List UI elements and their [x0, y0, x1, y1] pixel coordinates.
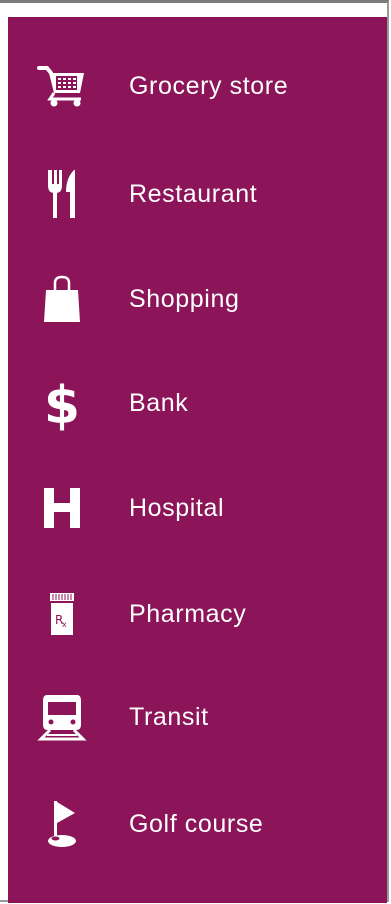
amenity-label: Golf course [129, 809, 264, 838]
amenity-label: Restaurant [129, 179, 258, 208]
amenity-label: Grocery store [129, 71, 289, 100]
dollar-sign-icon: $ [34, 375, 90, 431]
shopping-cart-icon [34, 58, 90, 114]
train-icon [34, 689, 90, 745]
amenity-label: Pharmacy [129, 599, 247, 628]
amenity-item-pharmacy[interactable]: R x Pharmacy [8, 578, 387, 650]
amenity-item-bank[interactable]: $ Bank [8, 367, 387, 439]
amenity-label: Bank [129, 388, 189, 417]
amenity-item-grocery-store[interactable]: Grocery store [8, 50, 387, 122]
golf-flag-icon [34, 796, 90, 852]
amenity-item-hospital[interactable]: Hospital [8, 472, 387, 544]
amenity-label: Transit [129, 702, 209, 731]
svg-text:$: $ [44, 376, 80, 431]
amenity-item-golf-course[interactable]: Golf course [8, 788, 387, 860]
amenity-item-shopping[interactable]: Shopping [8, 263, 387, 335]
outer-frame: Grocery store Restaurant Shopping $ Bank… [0, 0, 389, 903]
amenity-item-transit[interactable]: Transit [8, 681, 387, 753]
hospital-h-icon [34, 480, 90, 536]
amenity-label: Shopping [129, 284, 240, 313]
fork-knife-icon [34, 166, 90, 222]
amenity-label: Hospital [129, 493, 225, 522]
svg-text:x: x [62, 620, 67, 629]
prescription-bottle-icon: R x [34, 586, 90, 642]
shopping-bag-icon [34, 271, 90, 327]
amenity-item-restaurant[interactable]: Restaurant [8, 158, 387, 230]
amenities-panel: Grocery store Restaurant Shopping $ Bank… [8, 17, 387, 903]
